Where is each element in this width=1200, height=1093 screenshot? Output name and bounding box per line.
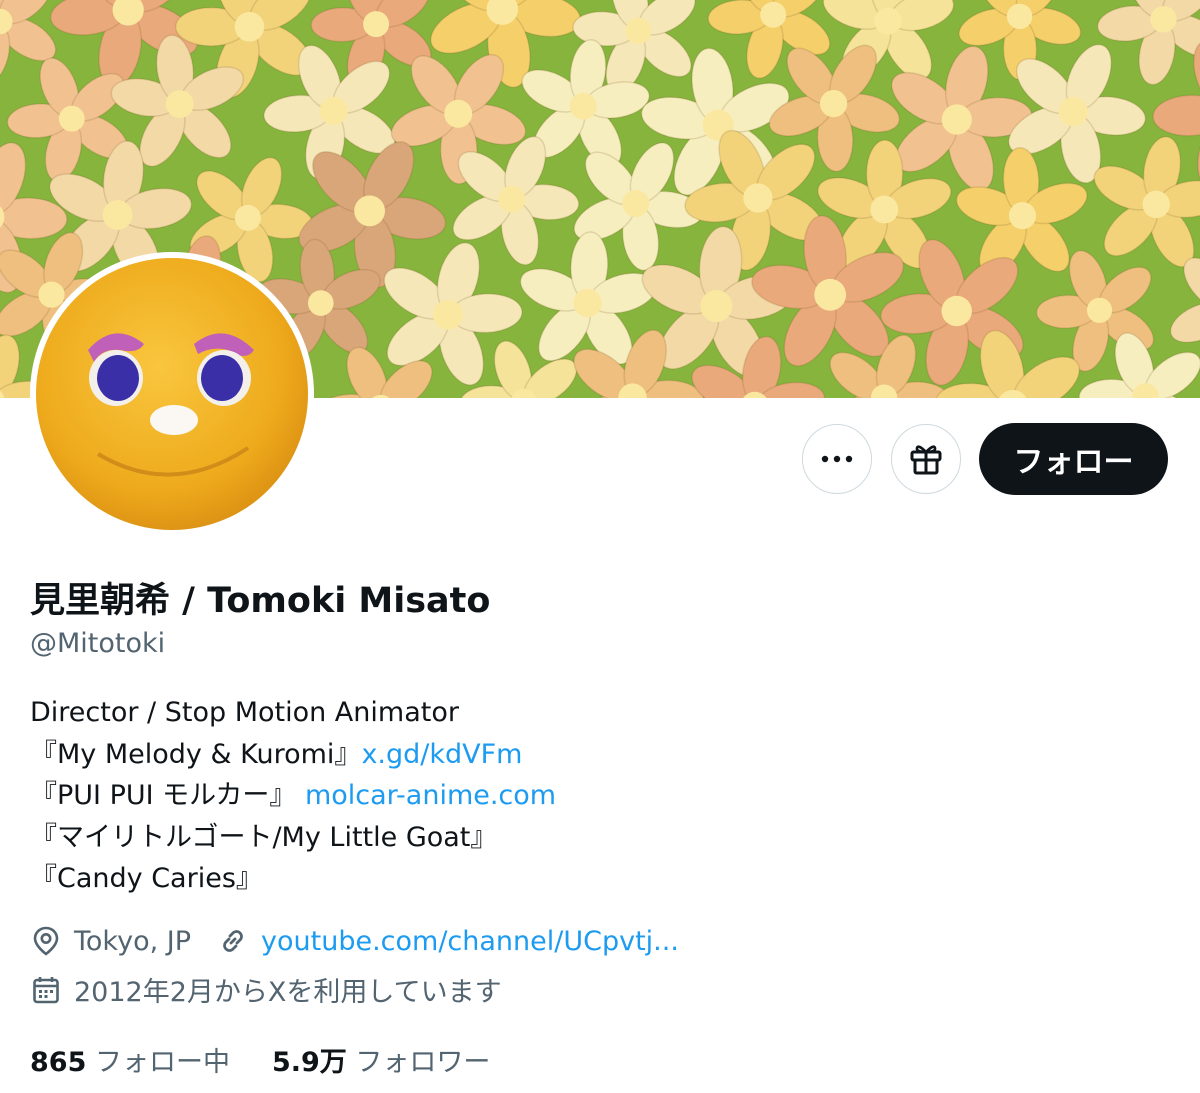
following-count: 865 xyxy=(30,1047,87,1078)
website-link[interactable]: youtube.com/channel/UCpvtj... xyxy=(261,926,679,957)
display-name: 見里朝希 / Tomoki Misato xyxy=(30,581,491,621)
following-label: フォロー中 xyxy=(94,1047,230,1078)
bio-line: 『マイリトルゴート/My Little Goat』 xyxy=(30,817,556,859)
bio-link-molcar[interactable]: molcar-anime.com xyxy=(305,780,556,811)
bio-text: 『マイリトルゴート/My Little Goat』 xyxy=(30,821,498,853)
following-count-link[interactable]: 865 フォロー中 xyxy=(30,1040,230,1079)
bio: Director / Stop Motion Animator 『My Melo… xyxy=(30,692,556,900)
user-handle: @Mitotoki xyxy=(30,628,166,659)
avatar[interactable] xyxy=(30,252,314,536)
joined-row: 2012年2月からXを利用しています xyxy=(30,970,502,1009)
felt-face-avatar-image xyxy=(36,258,308,530)
ellipsis-icon xyxy=(821,455,853,463)
followers-label: フォロワー xyxy=(355,1047,491,1078)
bio-line: Director / Stop Motion Animator xyxy=(30,692,556,734)
follow-button[interactable]: フォロー xyxy=(979,423,1168,495)
bio-line: 『PUI PUI モルカー』 molcar-anime.com xyxy=(30,775,556,817)
calendar-icon xyxy=(30,974,62,1006)
bio-line: 『Candy Caries』 xyxy=(30,858,556,900)
location-text: Tokyo, JP xyxy=(74,925,192,957)
bio-text: 『PUI PUI モルカー』 xyxy=(30,780,305,811)
location-pin-icon xyxy=(30,925,62,957)
followers-count-link[interactable]: 5.9万 フォロワー xyxy=(272,1040,490,1079)
profile-meta-row: Tokyo, JP youtube.com/channel/UCpvtj... xyxy=(30,925,679,957)
more-options-button[interactable] xyxy=(802,424,872,494)
bio-text: Director / Stop Motion Animator xyxy=(30,697,459,728)
bio-text: 『Candy Caries』 xyxy=(30,863,263,894)
subscribe-gift-button[interactable] xyxy=(891,424,961,494)
bio-line: 『My Melody & Kuromi』x.gd/kdVFm xyxy=(30,734,556,776)
bio-text: 『My Melody & Kuromi』 xyxy=(30,738,362,770)
follow-counts: 865 フォロー中 5.9万 フォロワー xyxy=(30,1040,532,1079)
gift-icon xyxy=(910,445,942,475)
followers-count: 5.9万 xyxy=(271,1047,347,1078)
bio-link-my-melody[interactable]: x.gd/kdVFm xyxy=(361,739,522,770)
joined-date: 2012年2月からXを利用しています xyxy=(74,977,502,1008)
link-icon xyxy=(217,925,249,957)
